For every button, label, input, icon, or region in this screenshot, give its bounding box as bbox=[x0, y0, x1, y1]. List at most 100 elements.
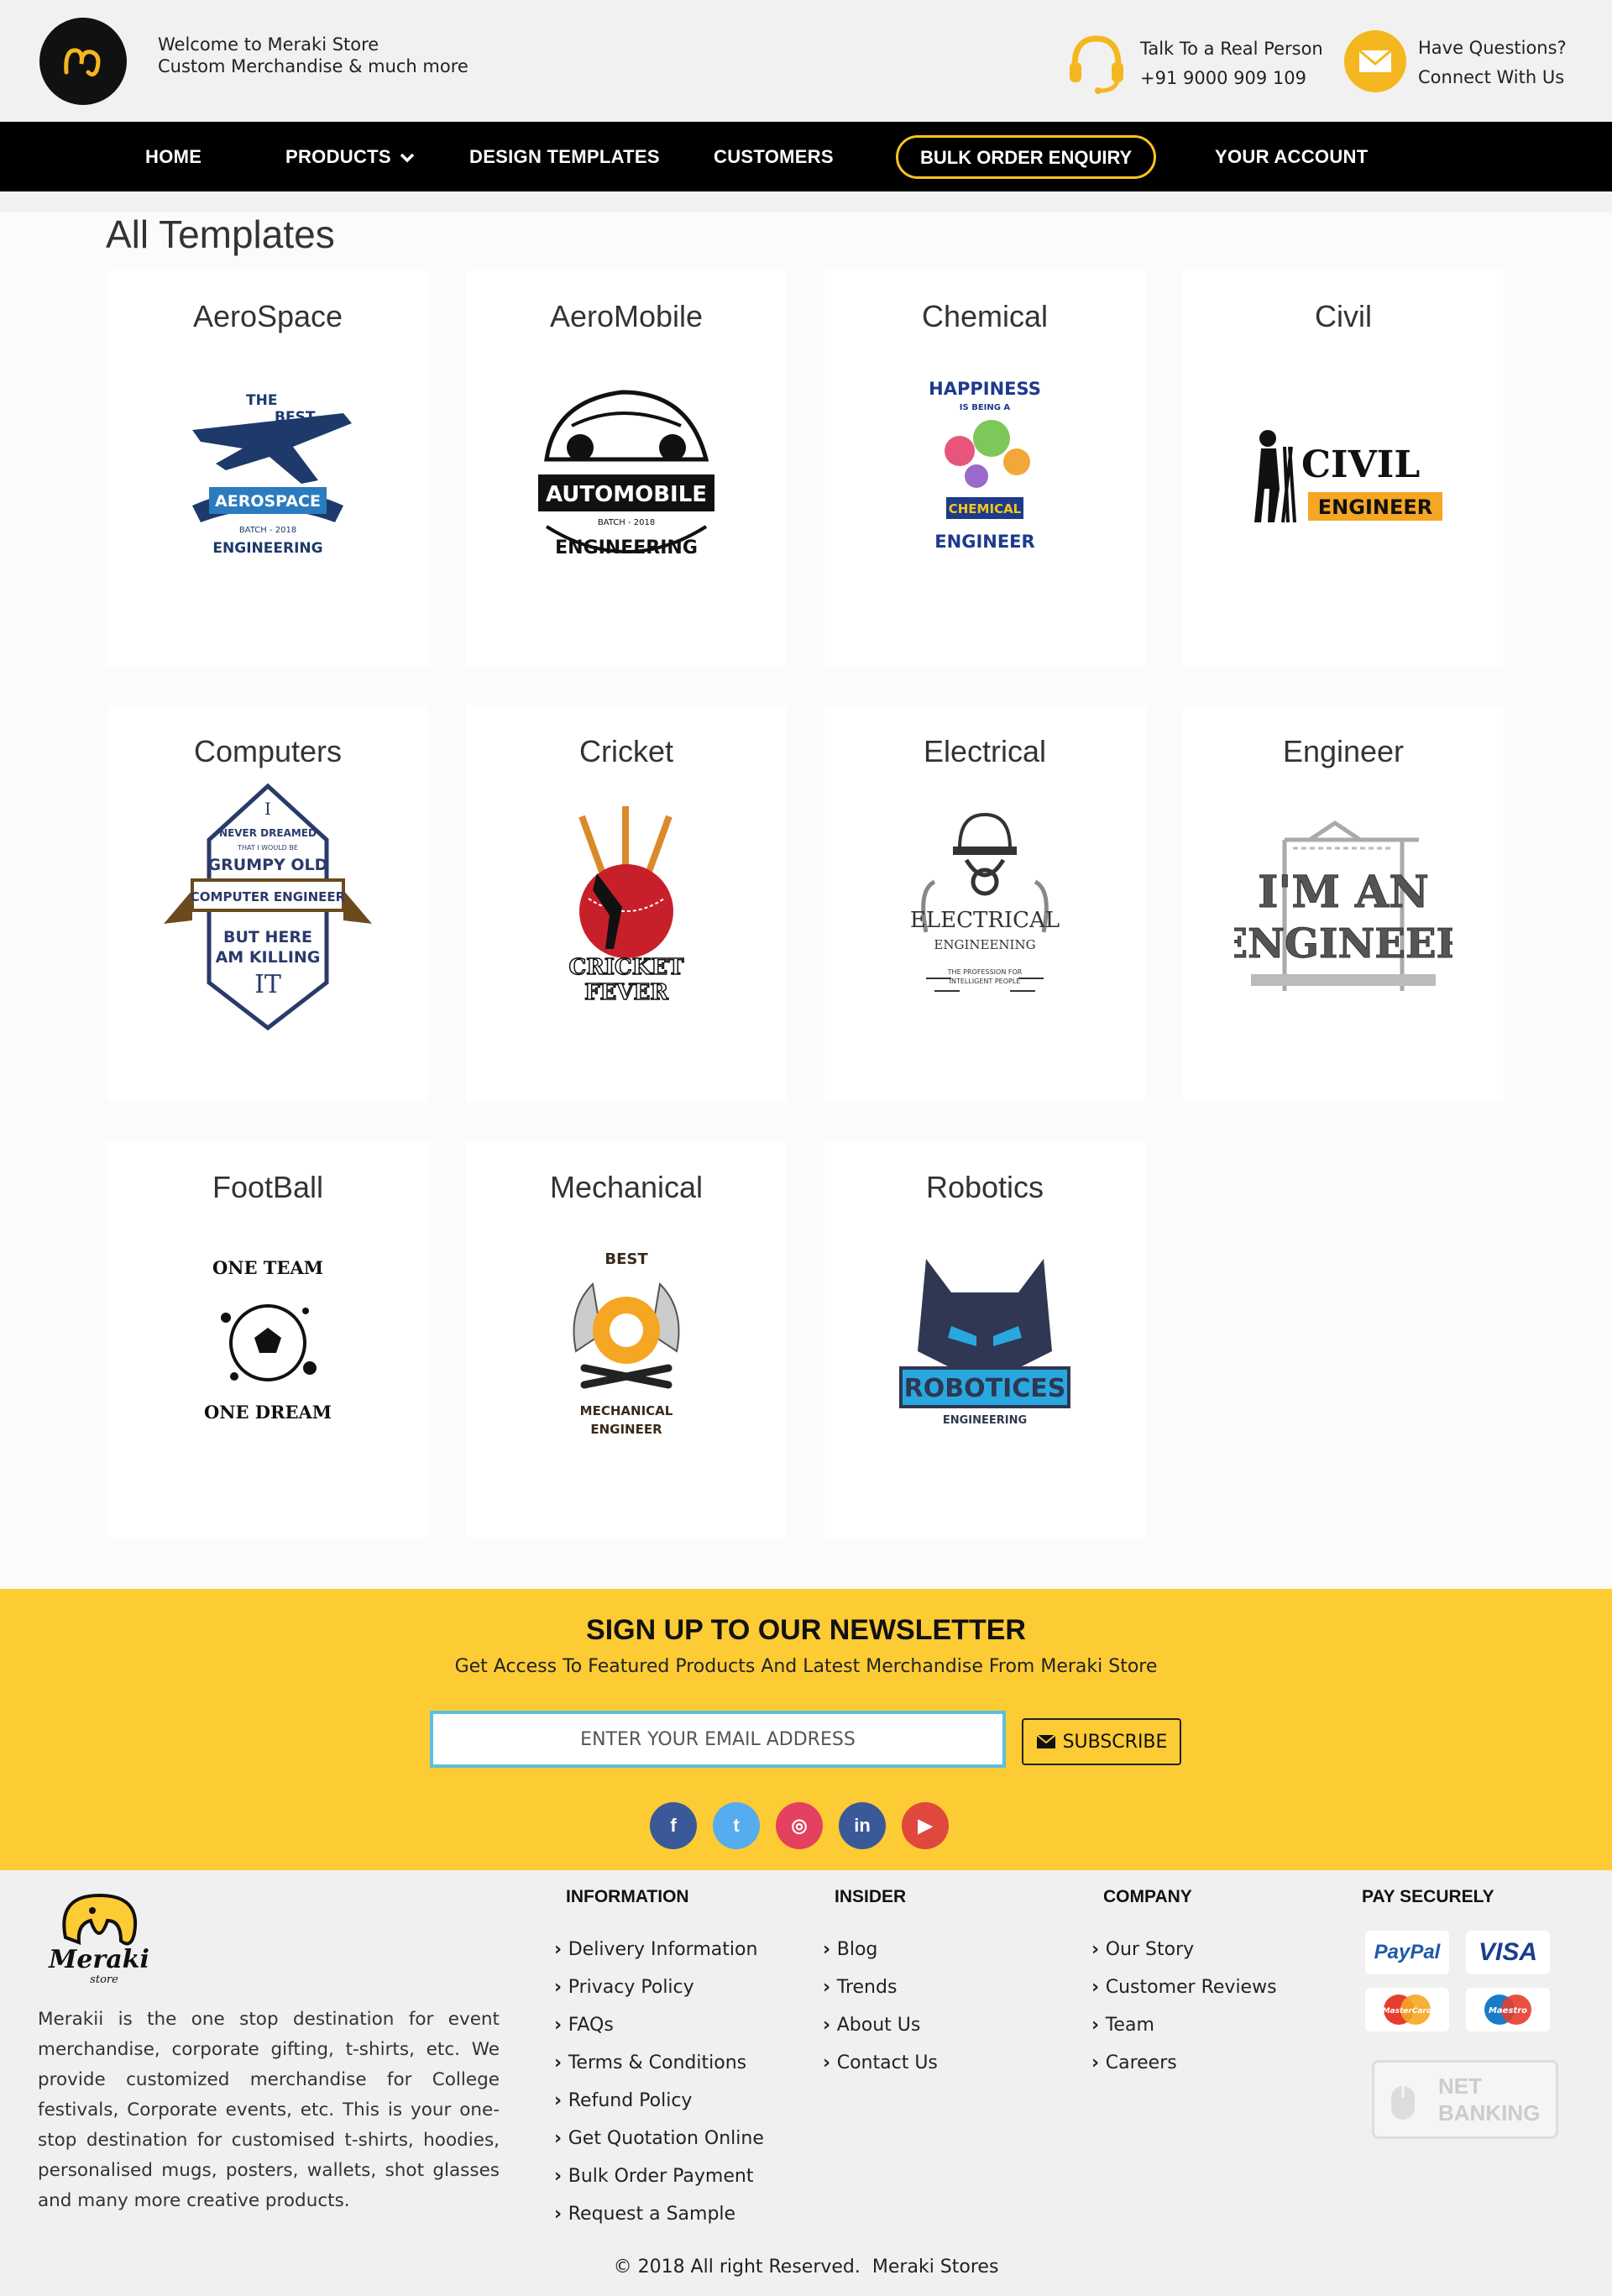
svg-text:Meraki: Meraki bbox=[48, 1945, 149, 1974]
footer-link[interactable]: FAQs bbox=[554, 2006, 764, 2044]
card-title: Engineer bbox=[1282, 734, 1405, 768]
template-card-aerospace[interactable]: AeroSpace THE BEST AEROSPACE BATCH - 201… bbox=[107, 270, 428, 667]
svg-text:ENGINEERING: ENGINEERING bbox=[943, 1414, 1027, 1427]
newsletter-subtitle: Get Access To Featured Products And Late… bbox=[454, 1656, 1158, 1677]
newsletter-title: SIGN UP TO OUR NEWSLETTER bbox=[586, 1614, 1026, 1646]
template-card-engineer[interactable]: Engineer I'M AN ENGINEER bbox=[1183, 705, 1504, 1102]
maestro-icon: Maestro bbox=[1466, 1988, 1550, 2031]
footer-link[interactable]: Customer Reviews bbox=[1091, 1968, 1277, 2006]
svg-text:THE PROFESSION FOR: THE PROFESSION FOR bbox=[947, 968, 1023, 976]
mail-icon bbox=[1344, 30, 1406, 96]
phone-number[interactable]: +91 9000 909 109 bbox=[1140, 64, 1323, 93]
paypal-icon: PayPal bbox=[1365, 1931, 1449, 1974]
football-template-image: ONE TEAM ONE DREAM bbox=[142, 1242, 394, 1444]
footer: Meraki store Merakii is the one stop des… bbox=[0, 1870, 1612, 2296]
svg-text:ONE TEAM: ONE TEAM bbox=[212, 1257, 323, 1278]
svg-text:COMPUTER ENGINEER: COMPUTER ENGINEER bbox=[191, 889, 346, 904]
elephant-logo-icon: Meraki store bbox=[48, 1893, 149, 1986]
aerospace-template-image: THE BEST AEROSPACE BATCH - 2018 ENGINEER… bbox=[142, 371, 394, 573]
phone-label: Talk To a Real Person bbox=[1140, 39, 1323, 59]
footer-link[interactable]: Team bbox=[1091, 2006, 1277, 2044]
about-text: Merakii is the one stop destination for … bbox=[38, 2009, 500, 2211]
svg-text:AM KILLING: AM KILLING bbox=[216, 948, 321, 967]
template-card-robotics[interactable]: Robotics ROBOTICES ENGINEERING bbox=[824, 1141, 1145, 1538]
svg-text:ENGINEER: ENGINEER bbox=[590, 1422, 662, 1437]
chemical-template-image: HAPPINESS IS BEING A CHEMICAL ENGINEER bbox=[859, 371, 1111, 573]
nav-products-label: PRODUCTS bbox=[285, 146, 391, 167]
template-card-cricket[interactable]: Cricket CRICKET FEVER bbox=[466, 705, 787, 1102]
footer-link[interactable]: Refund Policy bbox=[554, 2082, 764, 2120]
net-label: NET bbox=[1438, 2073, 1482, 2099]
card-title: Chemical bbox=[921, 299, 1049, 333]
nav-design-templates[interactable]: DESIGN TEMPLATES bbox=[469, 122, 660, 191]
phone-contact[interactable]: Talk To a Real Person +91 9000 909 109 bbox=[1065, 30, 1323, 97]
insider-heading: INSIDER bbox=[835, 1887, 907, 1906]
envelope-icon bbox=[1035, 1734, 1056, 1748]
linkedin-icon[interactable]: in bbox=[839, 1802, 886, 1849]
footer-link[interactable]: Bulk Order Payment bbox=[554, 2157, 764, 2195]
footer-link[interactable]: Terms & Conditions bbox=[554, 2044, 764, 2082]
footer-link[interactable]: Get Quotation Online bbox=[554, 2120, 764, 2157]
footer-link[interactable]: Blog bbox=[823, 1931, 938, 1968]
instagram-icon[interactable]: ◎ bbox=[776, 1802, 823, 1849]
footer-logo[interactable]: Meraki store bbox=[40, 1887, 166, 1988]
page-title: All Templates bbox=[106, 212, 335, 256]
template-card-computers[interactable]: Computers I NEVER DREAMED THAT I WOULD B… bbox=[107, 705, 428, 1102]
svg-text:AEROSPACE: AEROSPACE bbox=[215, 492, 321, 511]
footer-link[interactable]: Privacy Policy bbox=[554, 1968, 764, 2006]
template-card-football[interactable]: FootBall ONE TEAM ONE DREAM bbox=[107, 1141, 428, 1538]
mechanical-template-image: BEST MECHANICAL ENGINEER bbox=[500, 1242, 752, 1444]
svg-text:IT: IT bbox=[254, 970, 281, 999]
svg-text:GRUMPY OLD: GRUMPY OLD bbox=[208, 856, 328, 874]
template-card-mechanical[interactable]: Mechanical BEST MECHANICAL ENGINEER bbox=[466, 1141, 787, 1538]
footer-link[interactable]: Careers bbox=[1091, 2044, 1277, 2082]
subscribe-button[interactable]: SUBSCRIBE bbox=[1022, 1718, 1181, 1765]
svg-text:ENGINEENING: ENGINEENING bbox=[934, 937, 1035, 952]
svg-text:store: store bbox=[90, 1974, 118, 1986]
footer-link[interactable]: Trends bbox=[823, 1968, 938, 2006]
net-banking-badge: NET BANKING bbox=[1372, 2060, 1558, 2139]
youtube-icon[interactable]: ▶ bbox=[902, 1802, 949, 1849]
svg-text:ENGINEER: ENGINEER bbox=[1318, 495, 1432, 519]
footer-link[interactable]: Contact Us bbox=[823, 2044, 938, 2082]
nav-products[interactable]: PRODUCTS bbox=[285, 122, 415, 191]
template-card-aeromobile[interactable]: AeroMobile AUTOMOBILE BATCH - 2018 ENGIN… bbox=[466, 270, 787, 667]
information-heading: INFORMATION bbox=[566, 1887, 689, 1906]
footer-link[interactable]: Our Story bbox=[1091, 1931, 1277, 1968]
twitter-icon[interactable]: t bbox=[713, 1802, 760, 1849]
svg-text:Maestro: Maestro bbox=[1489, 2006, 1527, 2016]
footer-link[interactable]: Delivery Information bbox=[554, 1931, 764, 1968]
card-title: Civil bbox=[1315, 299, 1372, 333]
computers-template-image: I NEVER DREAMED THAT I WOULD BE GRUMPY O… bbox=[142, 783, 394, 1031]
robotics-template-image: ROBOTICES ENGINEERING bbox=[859, 1242, 1111, 1444]
information-links: Delivery Information Privacy Policy FAQs… bbox=[554, 1931, 764, 2233]
nav-customers[interactable]: CUSTOMERS bbox=[714, 122, 834, 191]
svg-text:AUTOMOBILE: AUTOMOBILE bbox=[546, 482, 707, 507]
copyright-brand[interactable]: Meraki Stores bbox=[872, 2257, 999, 2278]
banking-label: BANKING bbox=[1438, 2100, 1541, 2126]
footer-link[interactable]: Request a Sample bbox=[554, 2195, 764, 2233]
footer-link[interactable]: About Us bbox=[823, 2006, 938, 2044]
template-card-civil[interactable]: Civil CIVIL ENGINEER bbox=[1183, 270, 1504, 667]
insider-links: Blog Trends About Us Contact Us bbox=[823, 1931, 938, 2082]
card-title: Cricket bbox=[578, 734, 673, 768]
svg-text:I'M AN: I'M AN bbox=[1258, 867, 1429, 918]
nav-home[interactable]: HOME bbox=[145, 122, 202, 191]
engineer-template-image: I'M AN ENGINEER bbox=[1217, 806, 1469, 1008]
facebook-icon[interactable]: f bbox=[650, 1802, 697, 1849]
svg-text:CRICKET: CRICKET bbox=[569, 955, 685, 980]
questions-sub: Connect With Us bbox=[1418, 67, 1565, 87]
newsletter-email-input[interactable] bbox=[430, 1711, 1006, 1768]
civil-template-image: CIVIL ENGINEER bbox=[1217, 371, 1469, 573]
meraki-logo[interactable] bbox=[39, 18, 127, 105]
top-header: Welcome to Meraki Store Custom Merchandi… bbox=[0, 0, 1612, 122]
svg-text:ENGINEER: ENGINEER bbox=[1234, 920, 1452, 967]
nav-bulk-order-button[interactable]: BULK ORDER ENQUIRY bbox=[896, 135, 1157, 179]
email-contact[interactable]: Have Questions? Connect With Us bbox=[1344, 30, 1567, 96]
nav-account[interactable]: YOUR ACCOUNT bbox=[1215, 122, 1368, 191]
mastercard-icon: MasterCard bbox=[1365, 1988, 1449, 2031]
newsletter-section: SIGN UP TO OUR NEWSLETTER Get Access To … bbox=[0, 1589, 1612, 1870]
template-card-chemical[interactable]: Chemical HAPPINESS IS BEING A CHEMICAL E… bbox=[824, 270, 1145, 667]
headset-icon bbox=[1065, 30, 1128, 97]
template-card-electrical[interactable]: Electrical ELECTRICAL ENGINEENING THE PR… bbox=[824, 705, 1145, 1102]
